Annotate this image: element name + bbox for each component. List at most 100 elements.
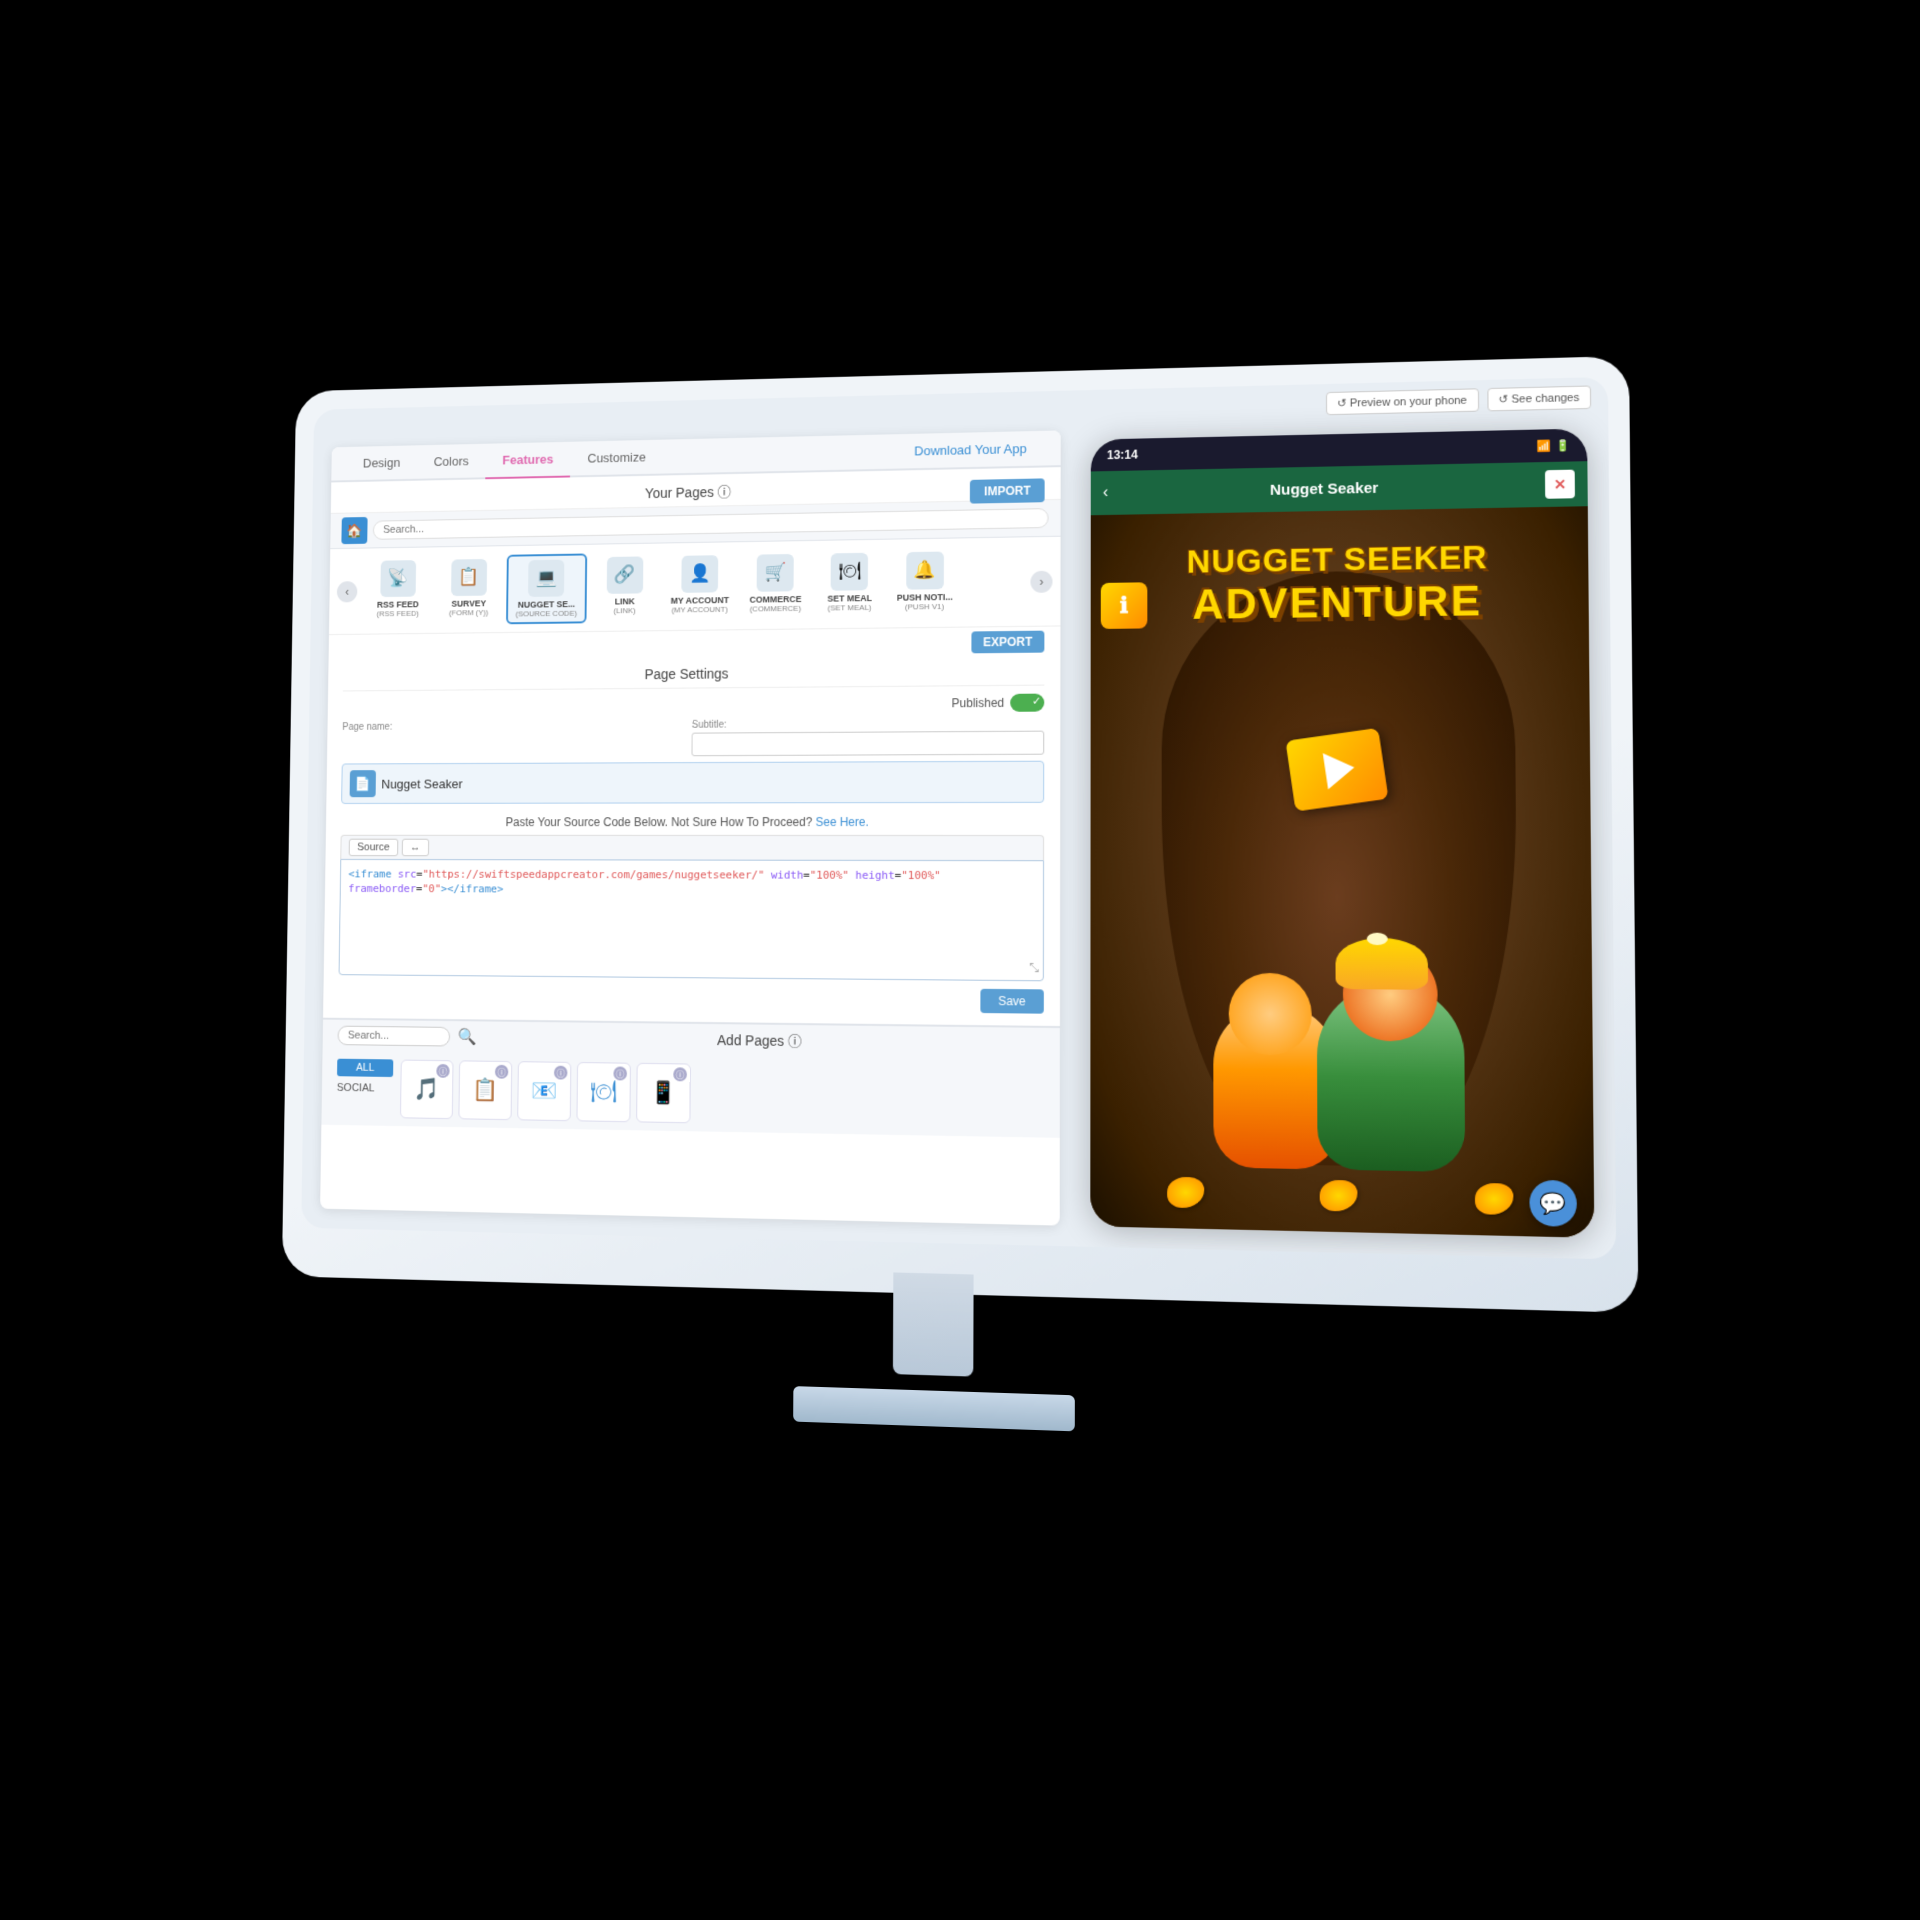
top-bar: ↺ Preview on your phone ↺ See changes xyxy=(1326,385,1592,415)
play-button[interactable] xyxy=(1285,728,1388,812)
tab-features[interactable]: Features xyxy=(485,442,570,479)
see-here-link[interactable]: See Here. xyxy=(815,815,868,829)
tile-contact-info: ⓘ xyxy=(554,1066,568,1080)
game-area: ℹ NUGGET SEEKER ADVENTURE xyxy=(1090,506,1594,1238)
preview-phone-button[interactable]: ↺ Preview on your phone xyxy=(1326,388,1479,415)
source-button[interactable]: Source xyxy=(349,839,398,856)
bottom-tiles: ALL SOCIAL ⓘ 🎵 ⓘ 📋 ⓘ xyxy=(321,1051,1060,1138)
phone-close-button[interactable]: ✕ xyxy=(1545,470,1575,499)
pages-carousel: ‹ 📡 RSS FEED (RSS FEED) 📋 SURVEY (FORM (… xyxy=(329,537,1061,635)
published-toggle[interactable] xyxy=(1010,694,1044,712)
push-icon: 🔔 xyxy=(906,551,944,589)
page-item-link[interactable]: 🔗 LINK (LINK) xyxy=(590,552,659,623)
phone-back-button[interactable]: ‹ xyxy=(1103,484,1108,502)
tile-food-info: ⓘ xyxy=(613,1066,627,1080)
save-row: Save xyxy=(338,975,1044,1018)
page-item-rss[interactable]: 📡 RSS FEED (RSS FEED) xyxy=(364,556,432,626)
page-item-setmeal-name: SET MEAL xyxy=(827,593,872,603)
code-line-1: <iframe src="https://swiftspeedappcreato… xyxy=(348,868,1035,883)
nugget-icon: 💻 xyxy=(528,559,564,596)
page-item-setmeal[interactable]: 🍽 SET MEAL (SET MEAL) xyxy=(814,548,885,620)
tab-customize[interactable]: Customize xyxy=(570,440,663,478)
rss-icon: 📡 xyxy=(380,560,416,597)
character-right xyxy=(1317,984,1465,1173)
nugget-2 xyxy=(1320,1180,1358,1212)
tile-music-info: ⓘ xyxy=(436,1064,449,1078)
page-item-commerce[interactable]: 🛒 COMMERCE (COMMERCE) xyxy=(740,549,810,621)
filter-buttons: ALL SOCIAL xyxy=(337,1059,394,1097)
tile-grid: ⓘ 🎵 ⓘ 📋 ⓘ 📧 ⓘ 🍽 xyxy=(400,1060,691,1124)
play-button-area[interactable] xyxy=(1290,734,1384,806)
monitor-shell: ↺ Preview on your phone ↺ See changes De… xyxy=(282,356,1639,1313)
page-name-label: Page name: xyxy=(342,720,680,733)
tab-download[interactable]: Download Your App xyxy=(896,431,1044,471)
published-label: Published xyxy=(952,696,1005,710)
game-title-area: NUGGET SEEKER ADVENTURE xyxy=(1091,537,1589,630)
page-item-account[interactable]: 👤 MY ACCOUNT (MY ACCOUNT) xyxy=(663,551,737,622)
subtitle-label: Subtitle: xyxy=(692,718,1045,731)
page-item-survey[interactable]: 📋 SURVEY (FORM (Y)) xyxy=(435,554,503,624)
qr-icon: 📱 xyxy=(650,1080,677,1106)
tile-contact[interactable]: ⓘ 📧 xyxy=(517,1061,571,1121)
monitor-screen: ↺ Preview on your phone ↺ See changes De… xyxy=(301,377,1616,1260)
source-extra-button[interactable]: ↔ xyxy=(402,839,429,856)
source-note: Paste Your Source Code Below. Not Sure H… xyxy=(341,811,1044,835)
page-name-text: Nugget Seaker xyxy=(381,776,462,791)
carousel-prev-arrow[interactable]: ‹ xyxy=(337,581,358,602)
resize-handle[interactable]: ⤡ xyxy=(1029,961,1039,976)
helmet-light xyxy=(1367,933,1388,945)
page-settings-title: Page Settings xyxy=(343,657,1045,692)
phone-preview: 13:14 📶 🔋 ‹ Nugget Seaker ✕ xyxy=(1090,428,1594,1237)
music-icon: 🎵 xyxy=(414,1076,440,1102)
page-item-setmeal-type: (SET MEAL) xyxy=(828,603,872,612)
tile-form[interactable]: ⓘ 📋 xyxy=(458,1060,512,1120)
filter-all-button[interactable]: ALL xyxy=(337,1059,393,1077)
nugget-1 xyxy=(1167,1177,1204,1209)
chat-bubble-button[interactable]: 💬 xyxy=(1529,1180,1577,1227)
home-icon[interactable]: 🏠 xyxy=(341,517,367,544)
tile-qr-info: ⓘ xyxy=(673,1067,687,1081)
tab-colors[interactable]: Colors xyxy=(417,444,486,481)
import-button[interactable]: IMPORT xyxy=(970,478,1044,503)
see-changes-button[interactable]: ↺ See changes xyxy=(1487,385,1591,411)
filter-social-label[interactable]: SOCIAL xyxy=(337,1080,393,1096)
page-name-field: Page name: xyxy=(342,720,680,758)
helmet xyxy=(1335,938,1428,990)
monitor-stand-base xyxy=(793,1386,1075,1431)
page-item-link-name: LINK xyxy=(615,596,635,606)
subtitle-input[interactable] xyxy=(692,731,1045,757)
page-name-box: 📄 Nugget Seaker xyxy=(341,761,1044,804)
form-icon: 📋 xyxy=(472,1077,498,1103)
carousel-next-arrow[interactable]: › xyxy=(1030,570,1052,592)
tile-form-info: ⓘ xyxy=(495,1065,508,1079)
pages-list: 📡 RSS FEED (RSS FEED) 📋 SURVEY (FORM (Y)… xyxy=(357,546,1031,626)
subtitle-field: Subtitle: xyxy=(692,718,1045,757)
wifi-icon: 📶 xyxy=(1537,439,1552,453)
nugget-3 xyxy=(1474,1183,1513,1215)
page-item-survey-name: SURVEY xyxy=(451,598,486,608)
published-row: Published xyxy=(342,694,1044,717)
account-icon: 👤 xyxy=(681,555,718,593)
source-toolbar: Source ↔ xyxy=(340,835,1044,860)
add-pages-search[interactable] xyxy=(338,1026,451,1047)
phone-signals: 📶 🔋 xyxy=(1537,439,1570,453)
tile-qr[interactable]: ⓘ 📱 xyxy=(636,1063,691,1123)
page-item-nugget-type: (SOURCE CODE) xyxy=(516,608,577,618)
export-button[interactable]: EXPORT xyxy=(971,631,1044,654)
tile-music[interactable]: ⓘ 🎵 xyxy=(400,1060,453,1120)
page-item-commerce-type: (COMMERCE) xyxy=(750,603,801,613)
save-button[interactable]: Save xyxy=(980,989,1044,1014)
survey-icon: 📋 xyxy=(451,558,487,595)
monitor-stand-neck xyxy=(893,1272,974,1376)
tab-design[interactable]: Design xyxy=(346,445,417,482)
search-input[interactable] xyxy=(373,508,1049,540)
link-icon: 🔗 xyxy=(607,556,644,593)
page-item-account-type: (MY ACCOUNT) xyxy=(671,604,727,614)
food-icon: 🍽 xyxy=(590,1079,617,1105)
code-area[interactable]: <iframe src="https://swiftspeedappcreato… xyxy=(339,859,1044,981)
page-item-push[interactable]: 🔔 PUSH NOTI... (PUSH V1) xyxy=(889,547,961,619)
battery-icon: 🔋 xyxy=(1556,439,1571,453)
page-item-nugget[interactable]: 💻 NUGGET SE... (SOURCE CODE) xyxy=(506,553,587,624)
tile-food[interactable]: ⓘ 🍽 xyxy=(576,1062,630,1122)
play-triangle-icon xyxy=(1323,749,1357,789)
